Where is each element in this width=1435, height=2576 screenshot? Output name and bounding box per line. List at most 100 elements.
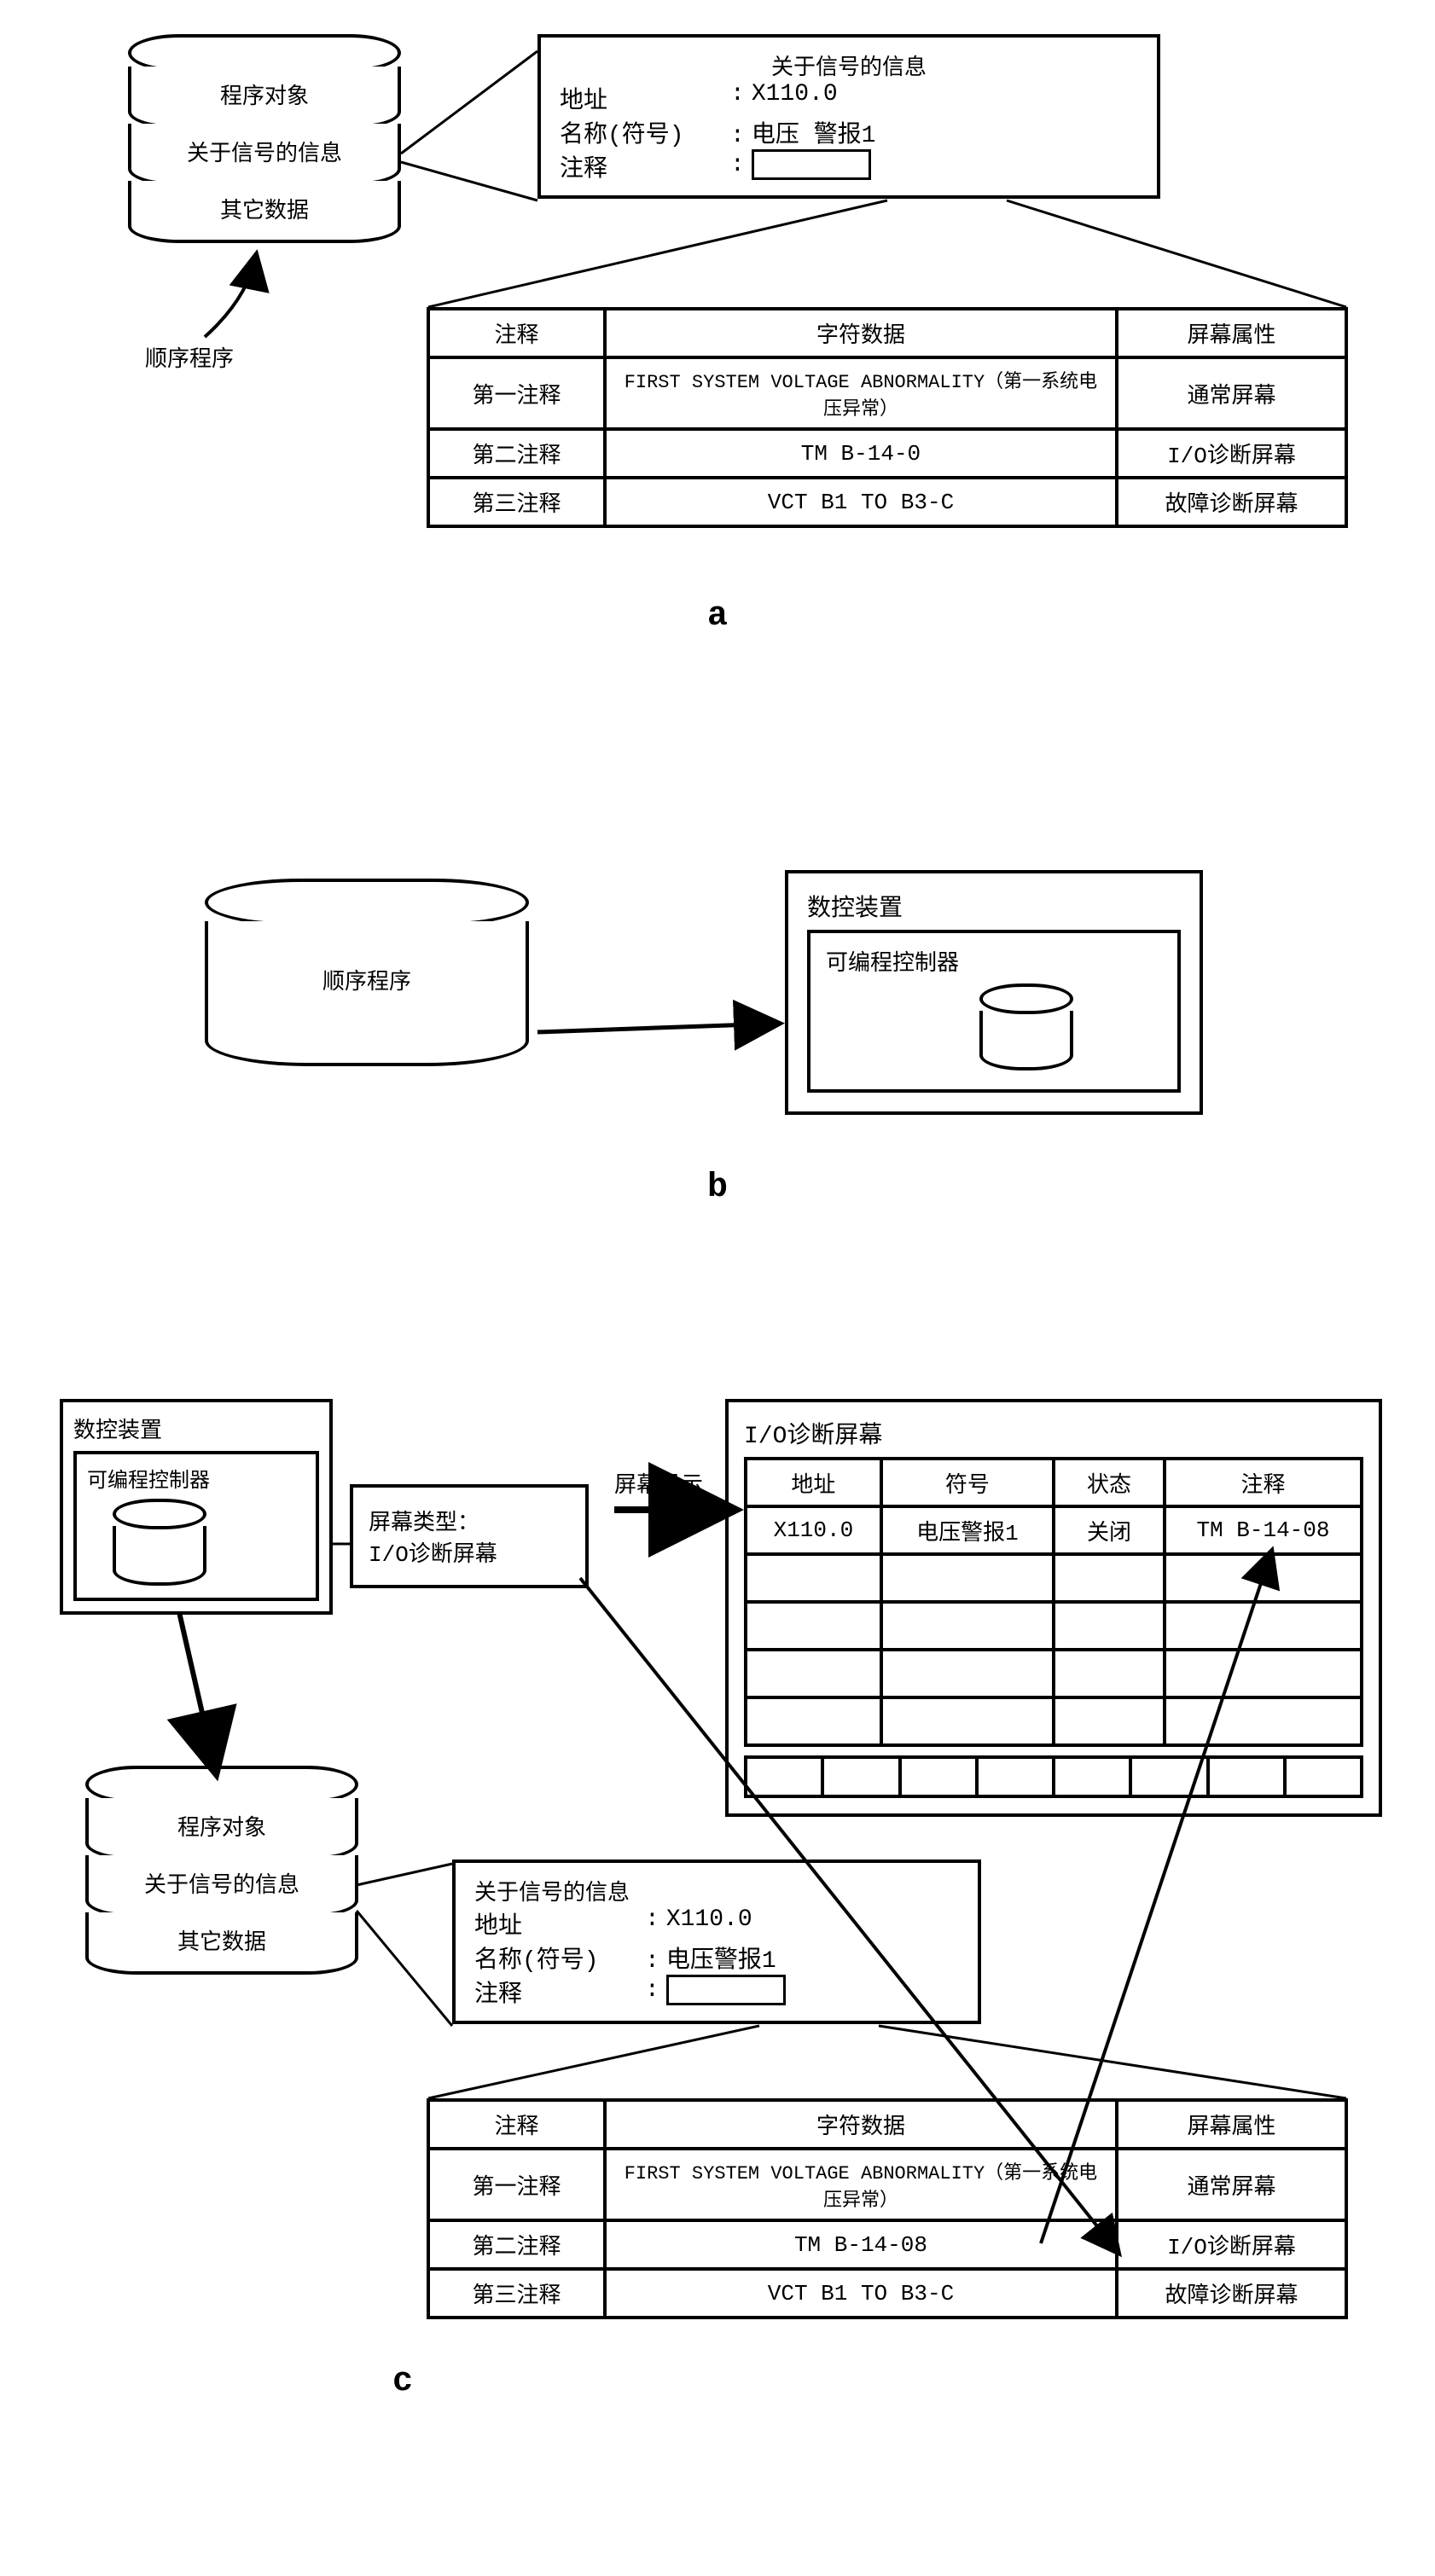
comments-table-a: 注释 字符数据 屏幕属性 第一注释 FIRST SYSTEM VOLTAGE A… — [427, 307, 1348, 528]
cell: TM B-14-08 — [605, 2220, 1117, 2269]
cylinder-body: 顺序程序 — [205, 921, 529, 1066]
mini-cyl-top — [113, 1499, 206, 1529]
table-row: 第一注释 FIRST SYSTEM VOLTAGE ABNORMALITY（第一… — [428, 357, 1346, 429]
nc-device-title: 数控装置 — [73, 1413, 319, 1444]
table-row — [746, 1650, 1362, 1697]
table-row: 第二注释 TM B-14-0 I/O诊断屏幕 — [428, 429, 1346, 478]
section-a: 程序对象 关于信号的信息 其它数据 顺序程序 关于信号的信息 地址 X110.0… — [34, 34, 1401, 751]
mini-cylinder — [979, 983, 1073, 1070]
table-row: 第三注释 VCT B1 TO B3-C 故障诊断屏幕 — [428, 478, 1346, 526]
th-symbol: 符号 — [881, 1459, 1054, 1506]
comment-placeholder-box — [752, 149, 871, 180]
cell-comment: TM B-14-08 — [1165, 1506, 1362, 1554]
screen-type-panel: 屏幕类型： I/O诊断屏幕 — [350, 1484, 589, 1588]
table-row — [746, 1554, 1362, 1602]
plc-box-c: 可编程控制器 — [73, 1451, 319, 1601]
name-key: 名称(符号) — [560, 115, 730, 149]
th-addr: 地址 — [746, 1459, 881, 1506]
table-row: 第二注释 TM B-14-08 I/O诊断屏幕 — [428, 2220, 1346, 2269]
cell: FIRST SYSTEM VOLTAGE ABNORMALITY（第一系统电压异… — [605, 357, 1117, 429]
table-row: 第一注释 FIRST SYSTEM VOLTAGE ABNORMALITY（第一… — [428, 2149, 1346, 2220]
cell-symbol: 电压警报1 — [881, 1506, 1054, 1554]
cell: 第三注释 — [428, 2269, 605, 2318]
comment-val — [645, 1975, 786, 2009]
sequence-program-cylinder: 顺序程序 — [205, 879, 529, 1066]
addr-key: 地址 — [474, 1906, 645, 1941]
name-val: 电压 警报1 — [730, 115, 875, 149]
footer-cell — [898, 1755, 979, 1798]
name-val: 电压警报1 — [645, 1941, 776, 1975]
stacked-cylinder-a: 程序对象 关于信号的信息 其它数据 — [128, 34, 401, 243]
sequence-program-label: 顺序程序 — [145, 341, 234, 373]
footer-cell — [975, 1755, 1055, 1798]
footer-cell — [1052, 1755, 1132, 1798]
table-row: 第三注释 VCT B1 TO B3-C 故障诊断屏幕 — [428, 2269, 1346, 2318]
cylinder-seg-signal-info: 关于信号的信息 — [128, 124, 401, 186]
cylinder-seg-other-data: 其它数据 — [85, 1912, 358, 1975]
screen-type-l1: 屏幕类型： — [369, 1505, 570, 1536]
panel-title: 关于信号的信息 — [474, 1875, 959, 1906]
section-label-b: b — [34, 1169, 1401, 1207]
cell: FIRST SYSTEM VOLTAGE ABNORMALITY（第一系统电压异… — [605, 2149, 1117, 2220]
comment-placeholder-box — [666, 1975, 786, 2005]
addr-val: X110.0 — [645, 1906, 752, 1941]
panel-title: 关于信号的信息 — [560, 49, 1138, 81]
cell: 通常屏幕 — [1117, 2149, 1346, 2220]
th-screenattr: 屏幕属性 — [1117, 309, 1346, 357]
th-chardata: 字符数据 — [605, 2100, 1117, 2149]
signal-info-panel-a: 关于信号的信息 地址 X110.0 名称(符号) 电压 警报1 注释 — [537, 34, 1160, 199]
cell: VCT B1 TO B3-C — [605, 478, 1117, 526]
cell: 第一注释 — [428, 2149, 605, 2220]
section-label-c: c — [392, 2363, 413, 2401]
cell: I/O诊断屏幕 — [1117, 2220, 1346, 2269]
cylinder-seg-other-data: 其它数据 — [128, 181, 401, 243]
nc-device-box-c: 数控装置 可编程控制器 — [60, 1399, 333, 1615]
io-screen-footer — [744, 1755, 1363, 1798]
cell: 第二注释 — [428, 2220, 605, 2269]
th-comment: 注释 — [1165, 1459, 1362, 1506]
screen-type-l2: I/O诊断屏幕 — [369, 1536, 570, 1568]
footer-cell — [744, 1755, 824, 1798]
th-state: 状态 — [1054, 1459, 1165, 1506]
th-comment: 注释 — [428, 309, 605, 357]
cell: 第二注释 — [428, 429, 605, 478]
th-chardata: 字符数据 — [605, 309, 1117, 357]
section-label-a: a — [34, 597, 1401, 635]
plc-box: 可编程控制器 — [807, 930, 1181, 1093]
mini-cylinder-c — [113, 1499, 206, 1586]
comment-key: 注释 — [560, 149, 730, 183]
cell: 第一注释 — [428, 357, 605, 429]
screen-display-label: 屏幕显示 — [614, 1467, 703, 1499]
mini-cyl-body — [113, 1526, 206, 1586]
comment-key: 注释 — [474, 1975, 645, 2009]
name-key: 名称(符号) — [474, 1941, 645, 1975]
cell: 故障诊断屏幕 — [1117, 2269, 1346, 2318]
cell: 第三注释 — [428, 478, 605, 526]
io-screen-title: I/O诊断屏幕 — [744, 1416, 1363, 1450]
footer-cell — [1206, 1755, 1287, 1798]
th-comment: 注释 — [428, 2100, 605, 2149]
cell: 故障诊断屏幕 — [1117, 478, 1346, 526]
cylinder-label: 顺序程序 — [322, 970, 411, 995]
th-screenattr: 屏幕属性 — [1117, 2100, 1346, 2149]
mini-cyl-top — [979, 983, 1073, 1014]
cell: I/O诊断屏幕 — [1117, 429, 1346, 478]
nc-device-box: 数控装置 可编程控制器 — [785, 870, 1203, 1115]
footer-cell — [1283, 1755, 1363, 1798]
plc-title: 可编程控制器 — [87, 1463, 305, 1494]
cylinder-top — [205, 879, 529, 926]
section-b: 顺序程序 数控装置 可编程控制器 b — [34, 870, 1401, 1279]
mini-cyl-body — [979, 1011, 1073, 1070]
cell: TM B-14-0 — [605, 429, 1117, 478]
io-diagnostic-screen: I/O诊断屏幕 地址 符号 状态 注释 X110.0 电压警报1 关闭 TM B… — [725, 1399, 1382, 1817]
section-c: 数控装置 可编程控制器 屏幕类型： I/O诊断屏幕 屏幕显示 I/O诊断屏幕 地… — [34, 1399, 1401, 2422]
footer-cell — [1129, 1755, 1209, 1798]
table-row: X110.0 电压警报1 关闭 TM B-14-08 — [746, 1506, 1362, 1554]
cylinder-seg-signal-info: 关于信号的信息 — [85, 1855, 358, 1917]
io-screen-table: 地址 符号 状态 注释 X110.0 电压警报1 关闭 TM B-14-08 — [744, 1457, 1363, 1747]
cylinder-seg-program-object: 程序对象 — [85, 1798, 358, 1860]
footer-cell — [821, 1755, 901, 1798]
comments-table-c: 注释 字符数据 屏幕属性 第一注释 FIRST SYSTEM VOLTAGE A… — [427, 2098, 1348, 2319]
cell-addr: X110.0 — [746, 1506, 881, 1554]
cylinder-seg-program-object: 程序对象 — [128, 67, 401, 129]
